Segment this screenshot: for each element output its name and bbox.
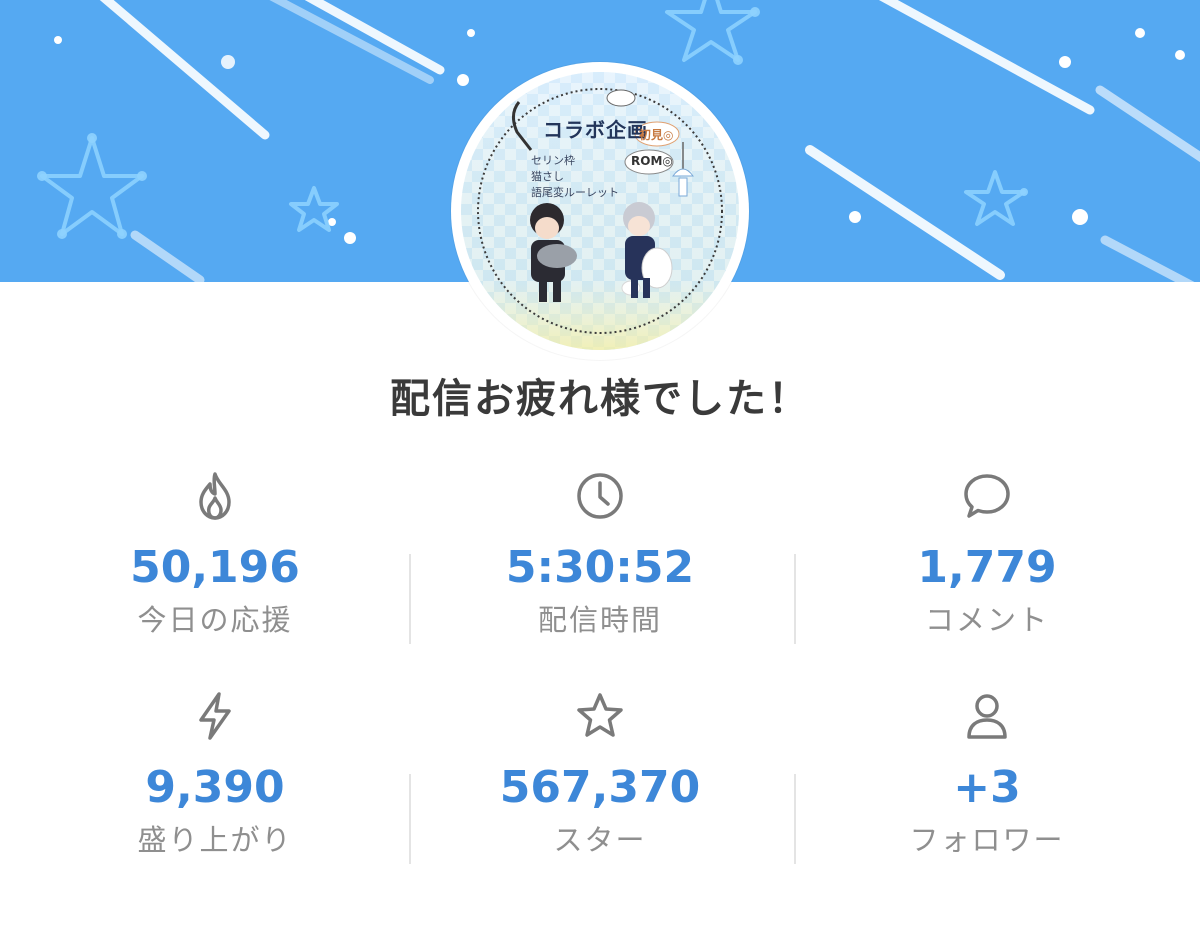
- thumbnail-bubble: ROM◎: [631, 154, 673, 168]
- thumbnail-note: 語尾変ルーレット: [531, 186, 619, 199]
- thumbnail-title: コラボ企画: [543, 118, 648, 142]
- stream-summary-screen: コラボ企画 セリン枠 猫さし 語尾変ルーレット 初見◎ ROM◎ 配信お疲れ様で…: [0, 0, 1200, 934]
- stat-label: 配信時間: [537, 603, 662, 637]
- thumbnail-artwork: コラボ企画 セリン枠 猫さし 語尾変ルーレット 初見◎ ROM◎: [461, 72, 739, 350]
- thumbnail-note: セリン枠: [531, 154, 575, 167]
- stat-value: 567,370: [499, 762, 701, 813]
- stat-value: +3: [953, 762, 1021, 813]
- thumbnail-note: 猫さし: [531, 170, 564, 183]
- stat-label: コメント: [924, 603, 1049, 637]
- person-icon: [961, 690, 1013, 742]
- stat-value: 1,779: [917, 542, 1057, 593]
- stat-label: 今日の応援: [137, 603, 293, 637]
- comment-icon: [961, 470, 1013, 522]
- stat-label: スター: [553, 823, 647, 857]
- stat-value: 50,196: [130, 542, 300, 593]
- stat-label: フォロワー: [909, 823, 1065, 857]
- lightning-icon: [189, 690, 241, 742]
- fire-icon: [189, 470, 241, 522]
- stat-value: 5:30:52: [505, 542, 695, 593]
- page-title: 配信お疲れ様でした！: [390, 376, 810, 422]
- star-icon: [574, 690, 626, 742]
- clock-icon: [574, 470, 626, 522]
- stat-value: 9,390: [145, 762, 285, 813]
- stat-label: 盛り上がり: [137, 823, 293, 857]
- stream-thumbnail: コラボ企画 セリン枠 猫さし 語尾変ルーレット 初見◎ ROM◎: [451, 62, 749, 360]
- thumbnail-bubble: 初見◎: [639, 128, 674, 142]
